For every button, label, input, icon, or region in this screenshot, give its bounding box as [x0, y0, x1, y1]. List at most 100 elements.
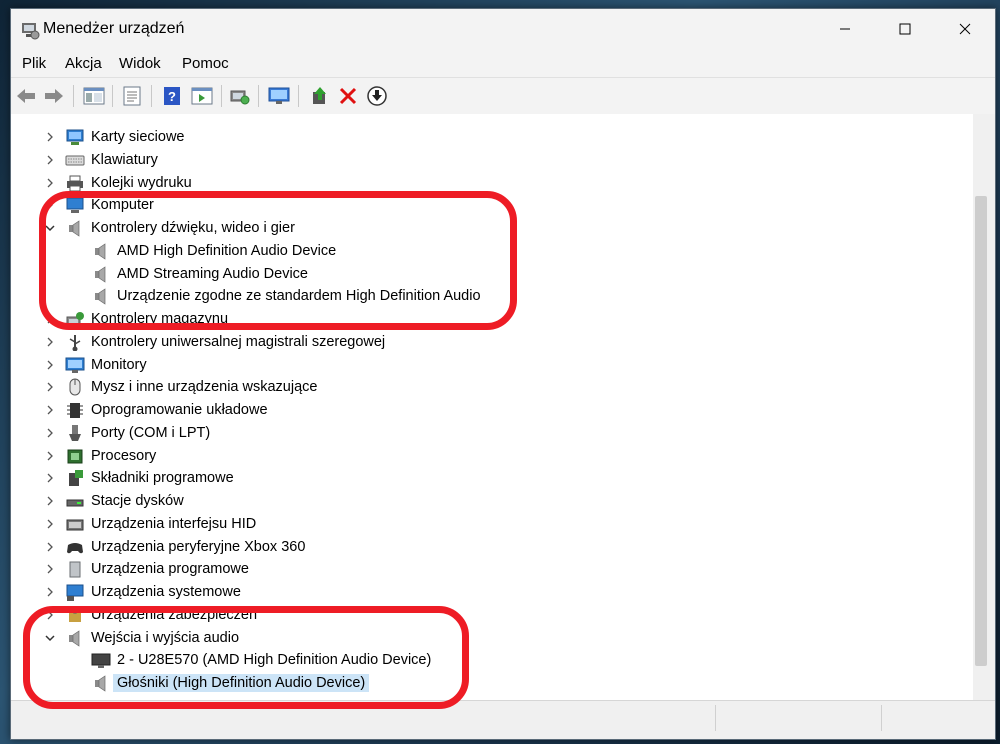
mouse-icon	[69, 378, 81, 396]
tree-category-item[interactable]: Oprogramowanie układowe	[11, 399, 951, 421]
chevron-right-icon[interactable]	[43, 449, 57, 463]
menu-help[interactable]: Pomoc	[182, 55, 229, 72]
tree-item-label: Oprogramowanie układowe	[91, 402, 268, 418]
show-hide-console-tree-button[interactable]	[81, 83, 107, 109]
monitor-icon	[268, 87, 290, 104]
toolbar-separator	[221, 85, 222, 107]
tree-item-label: Urządzenia systemowe	[91, 584, 241, 600]
show-hide-action-pane-button[interactable]	[189, 83, 215, 109]
chevron-right-icon[interactable]	[43, 176, 57, 190]
tree-category-item[interactable]: Mysz i inne urządzenia wskazujące	[11, 376, 951, 398]
back-button[interactable]	[13, 83, 39, 109]
tree-device-item[interactable]: 2 - U28E570 (AMD High Definition Audio D…	[11, 649, 951, 671]
tree-category-item[interactable]: Kontrolery dźwięku, wideo i gier	[11, 217, 951, 239]
arrow-left-icon	[17, 89, 35, 103]
toolbar-separator	[151, 85, 152, 107]
menu-view[interactable]: Widok	[119, 55, 161, 72]
tree-category-item[interactable]: Składniki programowe	[11, 467, 951, 489]
chevron-right-icon[interactable]	[43, 426, 57, 440]
chevron-right-icon[interactable]	[43, 585, 57, 599]
tree-device-item[interactable]: AMD Streaming Audio Device	[11, 263, 951, 285]
chevron-right-icon[interactable]	[43, 130, 57, 144]
speaker-icon	[95, 243, 106, 260]
tree-item-label: Porty (COM i LPT)	[91, 424, 211, 441]
tree-category-item[interactable]: Procesory	[11, 445, 951, 467]
close-icon	[959, 23, 971, 35]
close-button[interactable]	[935, 9, 995, 49]
status-bar	[11, 700, 995, 739]
chevron-right-icon[interactable]	[43, 335, 57, 349]
minimize-button[interactable]	[815, 9, 875, 49]
firmware-icon	[67, 403, 83, 418]
tree-item-label: Karty sieciowe	[91, 129, 185, 145]
vertical-scrollbar[interactable]	[973, 114, 995, 700]
tree-category-item[interactable]: Stacje dysków	[11, 490, 951, 512]
toolbar-separator	[73, 85, 74, 107]
status-bar-divider	[715, 705, 716, 731]
tree-device-item[interactable]: AMD High Definition Audio Device	[11, 240, 951, 262]
menu-action[interactable]: Akcja	[65, 55, 102, 72]
tree-category-item[interactable]: Monitory	[11, 354, 951, 376]
chevron-right-icon[interactable]	[43, 358, 57, 372]
chevron-right-icon[interactable]	[43, 312, 57, 326]
tree-item-label: Składniki programowe	[91, 470, 234, 487]
tree-category-item[interactable]: Urządzenia systemowe	[11, 581, 951, 603]
device-manager-app-icon	[22, 23, 40, 40]
chevron-right-icon[interactable]	[43, 153, 57, 167]
chevron-right-icon[interactable]	[43, 198, 57, 212]
tree-category-item[interactable]: Kontrolery uniwersalnej magistrali szere…	[11, 331, 951, 353]
forward-button[interactable]	[41, 83, 67, 109]
scan-hardware-changes-button[interactable]	[227, 83, 253, 109]
printer-icon	[67, 175, 83, 191]
title-bar: Menedżer urządzeń	[11, 9, 995, 51]
window-title: Menedżer urządzeń	[43, 20, 185, 37]
minimize-icon	[840, 28, 850, 30]
port-icon	[69, 424, 81, 441]
tree-category-item[interactable]: Komputer	[11, 194, 951, 216]
maximize-button[interactable]	[875, 9, 935, 49]
chevron-right-icon[interactable]	[43, 540, 57, 554]
tree-item-label: Kontrolery dźwięku, wideo i gier	[91, 220, 295, 236]
chevron-down-icon[interactable]	[43, 221, 57, 235]
chevron-right-icon[interactable]	[43, 562, 57, 576]
toolbar-separator	[298, 85, 299, 107]
security-device-icon	[69, 606, 81, 622]
tree-category-item[interactable]: Urządzenia interfejsu HID	[11, 513, 951, 535]
chevron-right-icon[interactable]	[43, 517, 57, 531]
chevron-right-icon[interactable]	[43, 494, 57, 508]
tree-item-label: Głośniki (High Definition Audio Device)	[113, 674, 370, 692]
tree-category-item[interactable]: Klawiatury	[11, 149, 951, 171]
update-driver-button[interactable]	[307, 83, 333, 109]
tree-category-item[interactable]: Kontrolery magazynu	[11, 308, 951, 330]
chevron-right-icon[interactable]	[43, 403, 57, 417]
tree-item-label: Procesory	[91, 447, 157, 464]
tree-category-item[interactable]: Wejścia i wyjścia audio	[11, 627, 951, 649]
tree-category-item[interactable]: Kolejki wydruku	[11, 172, 951, 194]
menu-file[interactable]: Plik	[22, 55, 46, 72]
display-device-button[interactable]	[266, 83, 292, 109]
tree-item-label: Urządzenia peryferyjne Xbox 360	[91, 538, 306, 555]
chevron-right-icon[interactable]	[43, 608, 57, 622]
tree-category-item[interactable]: Urządzenia zabezpieczeń	[11, 604, 951, 626]
tree-item-label: Komputer	[91, 197, 154, 214]
speaker-icon	[69, 220, 80, 237]
action-pane-icon	[191, 87, 213, 105]
chevron-down-icon[interactable]	[43, 631, 57, 645]
status-bar-divider	[881, 705, 882, 731]
help-button[interactable]: ?	[159, 83, 185, 109]
scrollbar-thumb[interactable]	[975, 196, 987, 666]
chevron-right-icon[interactable]	[43, 380, 57, 394]
properties-button[interactable]	[119, 83, 145, 109]
tree-item-label: Urządzenia zabezpieczeń	[91, 606, 258, 623]
tree-category-item[interactable]: Karty sieciowe	[11, 126, 951, 148]
uninstall-device-button[interactable]	[335, 83, 361, 109]
tree-device-item[interactable]: Głośniki (High Definition Audio Device)	[11, 672, 951, 694]
tree-category-item[interactable]: Urządzenia peryferyjne Xbox 360	[11, 536, 951, 558]
disable-device-button[interactable]	[364, 83, 390, 109]
tree-device-item[interactable]: Urządzenie zgodne ze standardem High Def…	[11, 285, 951, 307]
help-icon: ?	[164, 87, 180, 105]
system-device-icon	[66, 584, 84, 601]
tree-category-item[interactable]: Porty (COM i LPT)	[11, 422, 951, 444]
chevron-right-icon[interactable]	[43, 471, 57, 485]
tree-category-item[interactable]: Urządzenia programowe	[11, 558, 951, 580]
